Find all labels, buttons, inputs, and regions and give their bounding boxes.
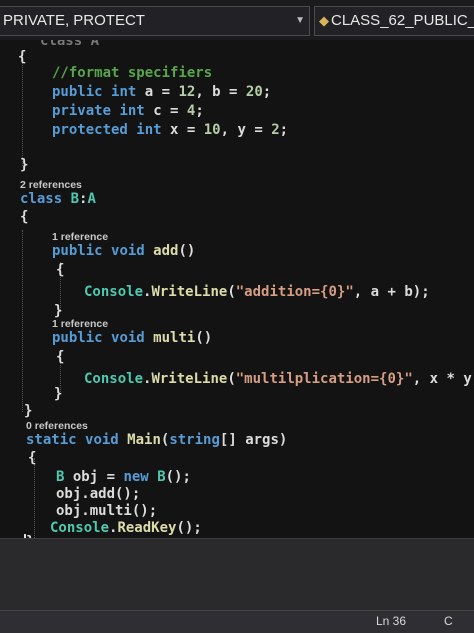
code-brace: }	[24, 403, 33, 419]
code-line-multi-signature: public void multi()	[52, 330, 213, 346]
code-line-private: private int c = 4;	[52, 103, 204, 119]
class-icon: ◆	[319, 13, 329, 28]
code-line-main-2: obj.add();	[56, 486, 141, 502]
indent-guide	[34, 458, 35, 538]
code-brace: {	[56, 349, 65, 365]
column-indicator[interactable]: C	[444, 614, 453, 628]
status-bar: Ln 36 C	[0, 610, 474, 633]
lower-panel	[0, 538, 474, 611]
code-line-main-4: Console.ReadKey();	[50, 520, 202, 536]
code-line-class-b: class B:A	[20, 191, 96, 207]
indent-guide	[22, 230, 23, 412]
code-line-multi-body: Console.WriteLine("multilplication={0}",…	[84, 371, 474, 387]
code-brace: {	[20, 209, 29, 225]
code-comment: //format specifiers	[52, 65, 213, 81]
indent-guide	[22, 56, 23, 166]
navigation-bar: PRIVATE, PROTECT ▼ ◆CLASS_62_PUBLIC_PR	[0, 0, 474, 41]
code-line-protected: protected int x = 10, y = 2;	[52, 122, 289, 138]
code-line-main-1: B obj = new B();	[56, 469, 191, 485]
code-brace: {	[28, 450, 37, 466]
code-line-add-body: Console.WriteLine("addition={0}", a + b)…	[84, 284, 430, 300]
code-line-main-3: obj.multi();	[56, 503, 158, 519]
class-dropdown-label: CLASS_62_PUBLIC_PR	[331, 12, 474, 29]
member-dropdown-label: PRIVATE, PROTECT	[3, 12, 145, 29]
code-editor[interactable]: class A { //format specifiers public int…	[0, 40, 474, 538]
code-brace: }	[20, 157, 29, 173]
code-line-partial: class A	[40, 40, 100, 49]
code-line-main-signature: static void Main(string[] args)	[26, 432, 288, 448]
member-dropdown[interactable]: PRIVATE, PROTECT ▼	[0, 6, 310, 36]
chevron-down-icon: ▼	[295, 15, 305, 26]
code-brace: {	[56, 262, 65, 278]
class-dropdown[interactable]: ◆CLASS_62_PUBLIC_PR	[314, 6, 474, 36]
code-brace: {	[18, 49, 27, 65]
line-number-indicator[interactable]: Ln 36	[376, 614, 406, 628]
code-brace: }	[54, 386, 63, 402]
code-line-add-signature: public void add()	[52, 243, 196, 259]
code-line-public: public int a = 12, b = 20;	[52, 84, 272, 100]
